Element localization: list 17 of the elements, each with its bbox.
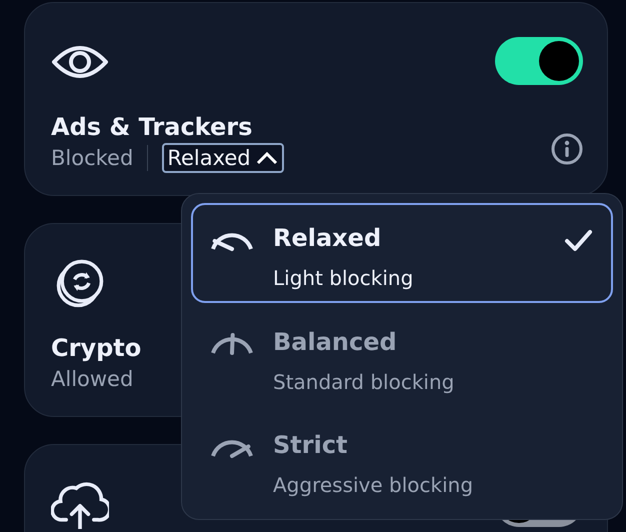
- menu-option[interactable]: Strict Aggressive blocking: [191, 410, 613, 510]
- option-description: Aggressive blocking: [273, 472, 474, 498]
- status-text: Blocked: [51, 145, 134, 172]
- card-title: Ads & Trackers: [51, 112, 254, 143]
- menu-option[interactable]: Balanced Standard blocking: [191, 306, 613, 406]
- mode-dropdown[interactable]: Relaxed: [162, 143, 284, 173]
- menu-option[interactable]: Relaxed Light blocking: [191, 203, 613, 303]
- option-description: Light blocking: [273, 265, 414, 291]
- chevron-up-icon: [254, 150, 279, 166]
- toggle-switch[interactable]: [495, 37, 583, 85]
- status-text: Allowed: [51, 366, 134, 393]
- option-title: Relaxed: [273, 223, 382, 253]
- option-title: Strict: [273, 430, 349, 460]
- option-title: Balanced: [273, 326, 398, 357]
- card-title: Crypto: [51, 333, 142, 364]
- option-description: Standard blocking: [273, 368, 456, 395]
- checkmark-icon: [564, 227, 593, 253]
